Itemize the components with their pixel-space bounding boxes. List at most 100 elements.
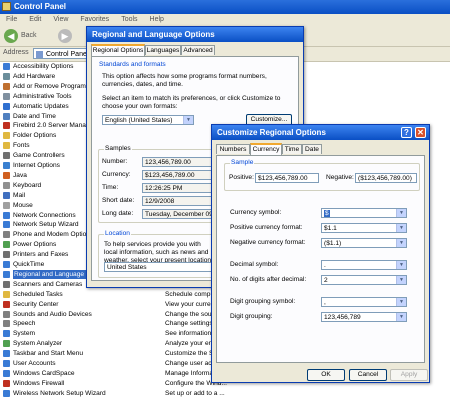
control-panel-item-icon [3,310,10,318]
list-item-name: Wireless Network Setup Wizard [13,389,106,397]
list-item-name: User Accounts [13,360,56,367]
menu-edit[interactable]: Edit [29,16,41,23]
field-label: Negative currency format: [230,239,306,246]
forward-arrow-icon[interactable]: ▶ [58,29,72,43]
tab-date[interactable]: Date [302,144,322,154]
chevron-down-icon[interactable]: ▼ [396,261,406,269]
control-panel-item-icon [3,63,10,70]
locale-dropdown[interactable]: English (United States) ▼ [102,115,194,125]
list-item-name: Administrative Tools [13,92,72,100]
chevron-down-icon[interactable]: ▼ [396,298,406,306]
field-dropdown[interactable]: $1.1 ▼ [321,223,407,233]
negative-label: Negative: [326,174,354,181]
menu-view[interactable]: View [53,16,68,23]
control-panel-item-icon [3,72,10,80]
customize-cancel-button[interactable]: Cancel [349,369,387,381]
list-item-description: Set up or add to a ... [165,389,225,397]
tab-advanced[interactable]: Advanced [181,45,215,55]
list-item-name: Add Hardware [13,72,56,80]
tab-currency[interactable]: Currency [250,143,282,155]
list-item-name: Power Options [13,241,57,249]
control-panel-item-icon [3,92,10,100]
customize-options-dialog: Customize Regional Options ? ✕ Numbers C… [211,124,430,383]
control-panel-item-icon [3,280,10,288]
tab-languages[interactable]: Languages [145,45,181,55]
field-dropdown[interactable]: 2 ▼ [321,275,407,285]
control-panel-item-icon [3,369,10,377]
sample-group: Sample Positive: $123,456,789.00 Negativ… [224,159,420,191]
control-panel-item-icon [3,241,10,249]
list-item[interactable]: Wireless Network Setup Wizard Set up or a… [0,389,450,398]
folder-icon [36,51,43,58]
standards-description: This option affects how some programs fo… [102,73,267,88]
positive-sample: $123,456,789.00 [255,173,319,183]
menu-tools[interactable]: Tools [121,16,137,23]
customize-dialog-titlebar: Customize Regional Options ? ✕ [212,125,429,140]
list-item-name: Game Controllers [13,152,65,160]
customize-ok-button[interactable]: OK [307,369,345,381]
control-panel-icon [2,2,11,11]
control-panel-item-icon [3,211,10,219]
menu-file[interactable]: File [6,16,17,23]
currency-panel: Sample Positive: $123,456,789.00 Negativ… [216,155,425,363]
location-value: United States [107,264,147,271]
list-item-name: Printers and Faxes [13,251,69,259]
back-arrow-icon[interactable]: ◀ [4,29,18,43]
field-value: $ [324,210,330,217]
sample-label: Currency: [102,171,131,178]
control-panel-item-icon [3,162,10,169]
control-panel-item-icon [3,191,10,199]
sample-label: Time: [102,184,119,191]
chevron-down-icon[interactable]: ▼ [396,224,406,232]
location-group-label: Location [104,230,131,237]
list-item-name: Folder Options [13,132,57,140]
field-label: Currency symbol: [230,209,282,216]
control-panel-item-icon [3,251,10,259]
list-item-name: Date and Time [13,112,56,120]
list-item-name: Sounds and Audio Devices [13,310,92,318]
control-panel-item-icon [3,171,10,179]
menu-favorites[interactable]: Favorites [80,16,109,23]
list-item-name: Internet Options [13,162,60,169]
standards-group-label: Standards and formats [98,61,167,68]
control-panel-item-icon [3,379,10,387]
control-panel-item-icon [3,300,10,308]
customize-apply-button: Apply [390,369,428,381]
field-dropdown[interactable]: 123,456,789 ▼ [321,312,407,322]
back-label[interactable]: Back [21,32,37,39]
tab-regional-options[interactable]: Regional Options [91,44,145,56]
sample-label: Number: [102,158,128,165]
location-dropdown[interactable]: United States [104,262,216,272]
menu-help[interactable]: Help [150,16,164,23]
help-icon[interactable]: ? [401,127,412,138]
chevron-down-icon[interactable]: ▼ [396,239,406,247]
close-icon[interactable]: ✕ [415,127,426,138]
field-value: 123,456,789 [324,314,361,321]
chevron-down-icon[interactable]: ▼ [396,209,406,217]
field-value: , [324,299,326,306]
control-panel-item-icon [3,350,10,358]
regional-dialog-titlebar: Regional and Language Options [87,27,303,42]
control-panel-item-icon [3,82,10,90]
field-dropdown[interactable]: . ▼ [321,260,407,270]
control-panel-item-icon [3,320,10,328]
control-panel-item-icon [3,152,10,160]
field-value: 2 [324,277,328,284]
list-item-name: Add or Remove Programs [13,82,90,90]
control-panel-item-icon [3,122,10,130]
field-label: Digit grouping symbol: [230,298,296,305]
control-panel-item-icon [3,330,10,338]
locale-value: English (United States) [105,117,173,124]
regional-dialog-title: Regional and Language Options [92,30,215,39]
tab-numbers[interactable]: Numbers [216,144,250,154]
address-label: Address [3,49,29,56]
field-value: . [324,262,326,269]
sample-group-label: Sample [230,159,255,166]
control-panel-item-icon [3,270,10,278]
chevron-down-icon[interactable]: ▼ [396,313,406,321]
field-dropdown[interactable]: , ▼ [321,297,407,307]
field-dropdown[interactable]: ($1.1) ▼ [321,238,407,248]
chevron-down-icon[interactable]: ▼ [396,276,406,284]
tab-time[interactable]: Time [282,144,302,154]
field-dropdown[interactable]: $ ▼ [321,208,407,218]
